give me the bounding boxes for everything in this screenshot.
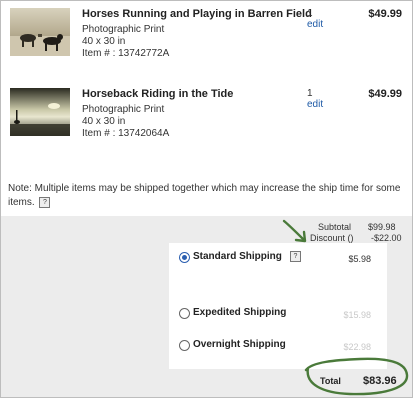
cart-item: Horseback Riding in the Tide Photographi… — [10, 88, 410, 148]
item-thumbnail-tide-riding[interactable] — [10, 88, 70, 136]
shipping-note-text: Note: Multiple items may be shipped toge… — [8, 183, 401, 208]
shipping-option-overnight[interactable]: Overnight Shipping $22.98 — [169, 339, 387, 355]
discount-label: Discount () — [310, 233, 354, 243]
radio-standard-shipping[interactable] — [179, 252, 190, 263]
radio-expedited-shipping[interactable] — [179, 308, 190, 319]
subtotal-value: $99.98 — [368, 222, 396, 232]
shipping-option-standard[interactable]: Standard Shipping ? $5.98 — [169, 251, 387, 267]
shipping-option-price: $15.98 — [343, 310, 371, 320]
radio-overnight-shipping[interactable] — [179, 340, 190, 351]
item-quantity: 1 — [307, 8, 313, 19]
help-icon[interactable]: ? — [39, 196, 51, 208]
help-icon[interactable]: ? — [290, 251, 301, 262]
shipping-option-price: $5.98 — [348, 254, 371, 264]
edit-quantity-link[interactable]: edit — [307, 99, 323, 110]
shipping-option-expedited[interactable]: Expedited Shipping $15.98 — [169, 307, 387, 323]
subtotal-label: Subtotal — [318, 222, 352, 232]
item-type: Photographic Print — [82, 104, 165, 115]
shipping-option-label[interactable]: Expedited Shipping — [193, 307, 286, 318]
photo-image — [10, 88, 70, 136]
item-type: Photographic Print — [82, 24, 165, 35]
edit-quantity-link[interactable]: edit — [307, 19, 323, 30]
item-number: Item # : 13742064A — [82, 128, 170, 139]
shipping-option-label[interactable]: Overnight Shipping — [193, 339, 286, 350]
total-value: $83.96 — [363, 375, 397, 387]
item-quantity: 1 — [307, 88, 313, 99]
item-size: 40 x 30 in — [82, 36, 126, 47]
discount-value: -$22.00 — [371, 233, 402, 243]
shipping-option-label[interactable]: Standard Shipping — [193, 251, 282, 262]
item-price: $49.99 — [368, 88, 402, 100]
shipping-options: Standard Shipping ? $5.98 Expedited Ship… — [169, 243, 387, 369]
shipping-option-price: $22.98 — [343, 342, 371, 352]
total-label: Total — [320, 376, 341, 386]
item-number: Item # : 13742772A — [82, 48, 170, 59]
item-thumbnail-horses-field[interactable] — [10, 8, 70, 56]
shipping-note: Note: Multiple items may be shipped toge… — [8, 182, 406, 210]
cart-item: Horses Running and Playing in Barren Fie… — [10, 8, 410, 68]
item-title[interactable]: Horseback Riding in the Tide — [82, 88, 233, 100]
photo-image — [10, 8, 70, 56]
item-size: 40 x 30 in — [82, 116, 126, 127]
item-price: $49.99 — [368, 8, 402, 20]
item-title[interactable]: Horses Running and Playing in Barren Fie… — [82, 8, 312, 20]
